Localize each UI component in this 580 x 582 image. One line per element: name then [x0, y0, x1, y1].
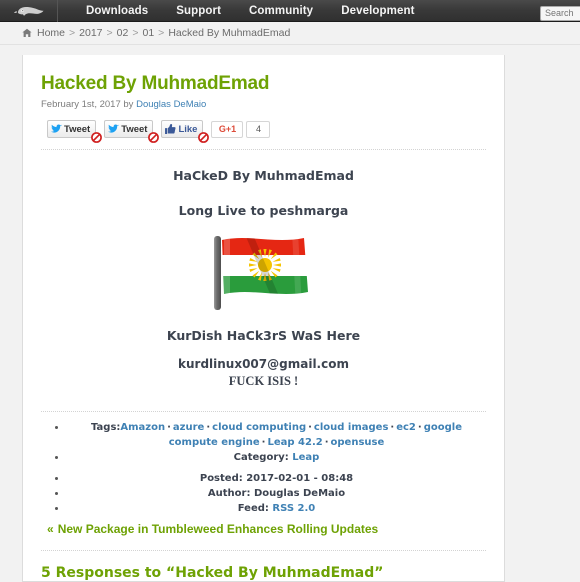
tweet-button-1-wrapper: Tweet: [47, 120, 103, 143]
facebook-like-button[interactable]: Like: [161, 120, 204, 138]
tag-link[interactable]: azure: [173, 422, 204, 433]
twitter-bird-icon: [51, 124, 62, 133]
author-value: Douglas DeMaio: [253, 488, 346, 499]
tag-separator: ·: [167, 422, 171, 433]
blocked-icon: [91, 132, 103, 143]
deface-slogan: FUCK ISIS !: [228, 374, 299, 388]
breadcrumb-separator: >: [158, 27, 165, 39]
share-buttons-row: Tweet Tweet Like G+1 4: [47, 119, 486, 143]
post-content: HaCkeD By MuhmadEmad Long Live to peshma…: [41, 158, 486, 403]
category-link[interactable]: Leap: [292, 452, 319, 463]
tags-row: Tags:Amazon·azure·cloud computing·cloud …: [67, 420, 486, 450]
kurdistan-flag-image: [41, 232, 486, 312]
post-author-link[interactable]: Douglas DeMaio: [136, 99, 206, 110]
tweet-button-1[interactable]: Tweet: [47, 120, 97, 138]
deface-signature: KurDish HaCk3rS WaS Here: [166, 328, 361, 343]
comments-heading: 5 Responses to “Hacked By MuhmadEmad”: [41, 565, 384, 581]
tag-separator: ·: [417, 422, 422, 433]
content-divider-top: [41, 149, 486, 150]
deface-heading: HaCkeD By MuhmadEmad: [173, 168, 354, 183]
opensuse-chameleon-logo-icon: [13, 7, 43, 16]
nav-item-downloads[interactable]: Downloads: [72, 0, 162, 22]
top-navigation-bar: Downloads Support Community Development: [0, 0, 580, 22]
home-icon[interactable]: [22, 28, 32, 38]
posted-label: Posted:: [199, 473, 243, 484]
twitter-bird-icon: [108, 124, 120, 133]
google-plus-one-group: G+1 4: [211, 120, 271, 138]
nav-item-support[interactable]: Support: [162, 0, 235, 22]
byline-by-label: by: [123, 99, 134, 110]
search-container: [540, 3, 580, 21]
previous-chevron-icon: «: [47, 522, 54, 536]
author-label: Author:: [207, 488, 251, 499]
nav-items-list: Downloads Support Community Development: [72, 0, 429, 22]
tag-separator: ·: [261, 437, 266, 448]
facebook-like-label: Like: [178, 123, 198, 135]
tag-separator: ·: [308, 422, 312, 433]
tag-link[interactable]: cloud images: [314, 422, 388, 433]
tag-link[interactable]: cloud computing: [212, 422, 306, 433]
search-input[interactable]: [540, 5, 580, 21]
posted-row: Posted: 2017-02-01 - 08:48: [67, 471, 486, 486]
posted-value: 2017-02-01 - 08:48: [246, 473, 354, 484]
tags-label: Tags:: [91, 422, 121, 433]
tag-link[interactable]: opensuse: [331, 437, 385, 448]
breadcrumb-item-year[interactable]: 2017: [79, 27, 102, 39]
tag-link[interactable]: Amazon: [120, 422, 165, 433]
tag-link[interactable]: ec2: [396, 422, 416, 433]
site-logo[interactable]: [0, 0, 58, 22]
category-row: Category: Leap: [67, 450, 486, 465]
tweet-button-2[interactable]: Tweet: [104, 120, 154, 138]
tweet-button-1-label: Tweet: [64, 123, 91, 135]
tweet-button-2-label: Tweet: [121, 123, 148, 135]
tag-separator: ·: [206, 422, 211, 433]
post-byline: February 1st, 2017 by Douglas DeMaio: [41, 99, 486, 110]
tweet-button-2-wrapper: Tweet: [104, 120, 160, 143]
post-card: Hacked By MuhmadEmad February 1st, 2017 …: [22, 55, 505, 582]
previous-post-link[interactable]: «New Package in Tumbleweed Enhances Roll…: [47, 522, 486, 536]
tag-separator: ·: [390, 422, 395, 433]
facebook-like-button-wrapper: Like: [161, 120, 210, 143]
breadcrumb: Home > 2017 > 02 > 01 > Hacked By Muhmad…: [0, 22, 580, 45]
deface-subheading: Long Live to peshmarga: [178, 203, 349, 218]
breadcrumb-item-month[interactable]: 02: [117, 27, 129, 39]
content-divider-tags: [41, 411, 486, 412]
thumbs-up-icon: [165, 124, 176, 134]
breadcrumb-separator: >: [69, 27, 76, 39]
author-row: Author: Douglas DeMaio: [67, 486, 486, 501]
page-title: Hacked By MuhmadEmad: [41, 73, 270, 94]
nav-item-community[interactable]: Community: [235, 0, 327, 22]
google-plus-one-button[interactable]: G+1: [211, 120, 244, 138]
feed-link[interactable]: RSS 2.0: [272, 503, 315, 514]
nav-item-development[interactable]: Development: [327, 0, 428, 22]
content-divider-comments: [41, 550, 486, 551]
breadcrumb-separator: >: [106, 27, 113, 39]
post-date: February 1st, 2017: [41, 99, 121, 110]
breadcrumb-item-current: Hacked By MuhmadEmad: [168, 27, 291, 39]
category-label: Category:: [233, 452, 289, 463]
page-body: Hacked By MuhmadEmad February 1st, 2017 …: [0, 45, 580, 582]
blocked-icon: [198, 132, 210, 143]
tags-list: Tags:Amazon·azure·cloud computing·cloud …: [41, 420, 486, 465]
post-meta-list: Posted: 2017-02-01 - 08:48 Author: Dougl…: [41, 471, 486, 516]
google-plus-one-count: 4: [246, 120, 271, 138]
feed-row: Feed: RSS 2.0: [67, 501, 486, 516]
blocked-icon: [148, 132, 160, 143]
tag-separator: ·: [324, 437, 329, 448]
breadcrumb-item-day[interactable]: 01: [142, 27, 154, 39]
tag-link[interactable]: Leap 42.2: [267, 437, 322, 448]
deface-email: kurdlinux007@gmail.com: [178, 357, 349, 371]
breadcrumb-item-home[interactable]: Home: [37, 27, 65, 39]
previous-post-label: New Package in Tumbleweed Enhances Rolli…: [57, 522, 379, 536]
breadcrumb-separator: >: [132, 27, 139, 39]
feed-label: Feed:: [237, 503, 269, 514]
